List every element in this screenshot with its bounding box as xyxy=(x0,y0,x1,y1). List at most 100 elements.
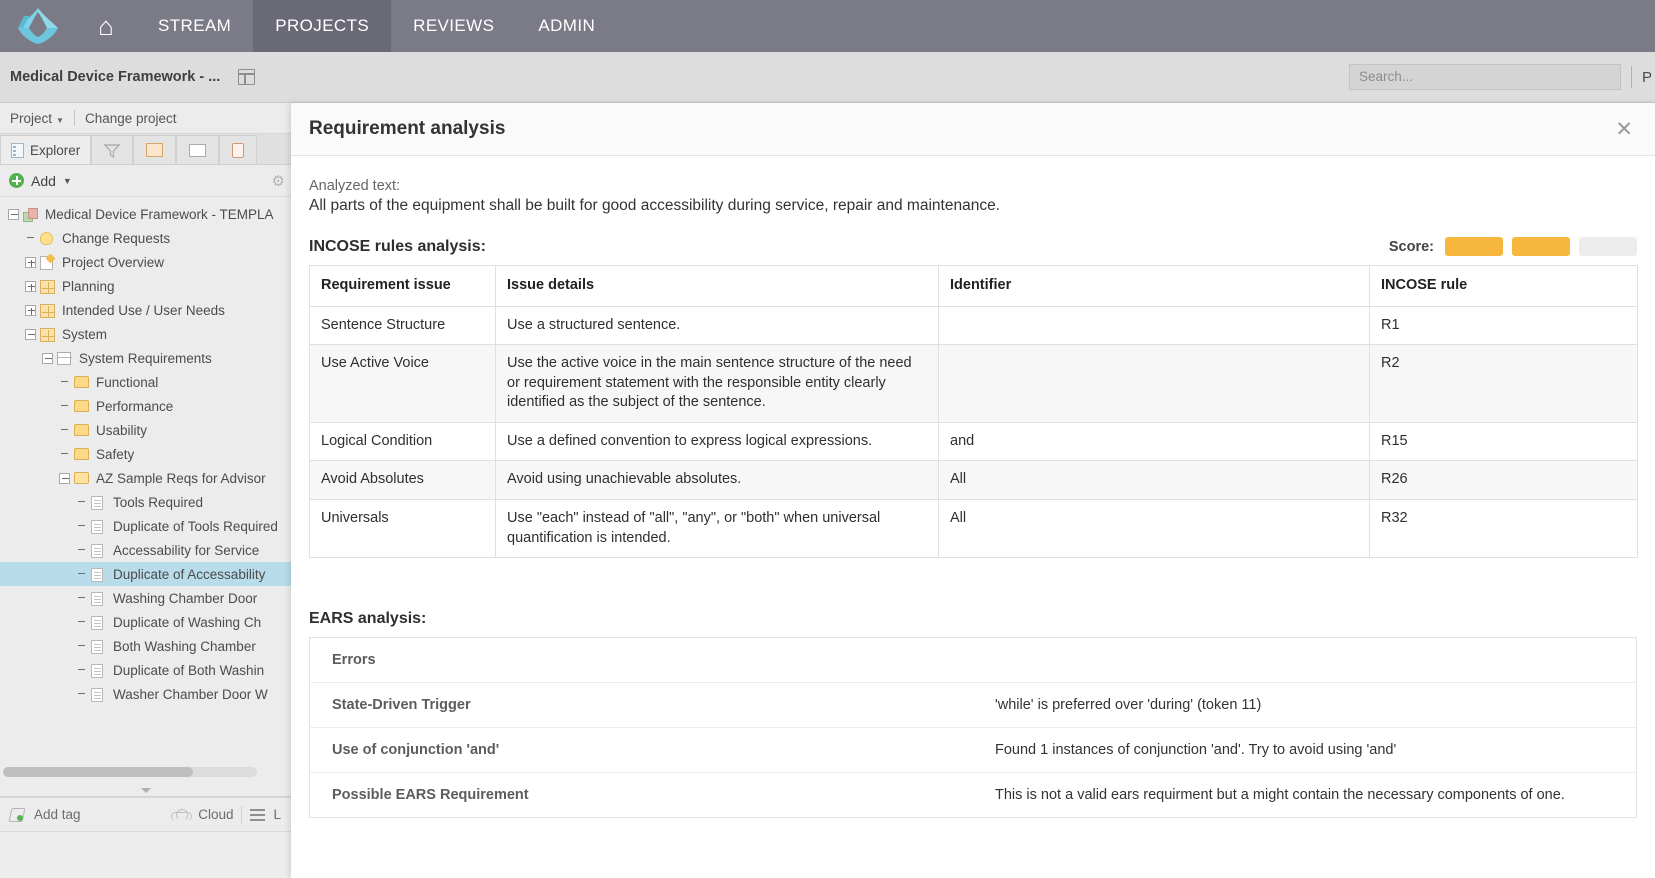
dialog-title: Requirement analysis xyxy=(309,118,505,140)
project-tree[interactable]: Medical Device Framework - TEMPLAChange … xyxy=(0,197,291,763)
cloud-button[interactable]: Cloud xyxy=(198,807,233,822)
tab-table[interactable] xyxy=(133,135,176,164)
tree-item-6[interactable]: System Requirements xyxy=(0,346,291,370)
scrollbar-thumb[interactable] xyxy=(3,767,193,777)
table-header-row: Errors xyxy=(310,638,1637,683)
nav-item-label: PROJECTS xyxy=(275,16,369,36)
tree-spacer xyxy=(59,449,70,460)
horizontal-scrollbar[interactable] xyxy=(0,763,291,785)
tree-expander-icon[interactable] xyxy=(8,209,19,220)
tree-item-11[interactable]: AZ Sample Reqs for Advisor xyxy=(0,466,291,490)
cell-incose-rule: R32 xyxy=(1370,499,1638,557)
lines-icon[interactable] xyxy=(250,809,265,821)
tree-item-7[interactable]: Functional xyxy=(0,370,291,394)
folder-icon xyxy=(74,400,89,412)
column-header-requirement-issue[interactable]: Requirement issue xyxy=(310,266,496,307)
lines-label: L xyxy=(273,807,281,822)
folder-icon xyxy=(74,376,89,388)
tree-item-0[interactable]: Medical Device Framework - TEMPLA xyxy=(0,202,291,226)
tree-item-label: Project Overview xyxy=(62,255,164,270)
cell-issue-details: Use a structured sentence. xyxy=(496,306,939,345)
tree-item-label: Intended Use / User Needs xyxy=(62,303,225,318)
tree-item-13[interactable]: Duplicate of Tools Required xyxy=(0,514,291,538)
cell-incose-rule: R1 xyxy=(1370,306,1638,345)
ears-row-key: Use of conjunction 'and' xyxy=(310,728,974,773)
project-dropdown-label: Project xyxy=(10,111,52,126)
incose-title: INCOSE rules analysis: xyxy=(309,238,486,256)
ears-row-value: 'while' is preferred over 'during' (toke… xyxy=(973,683,1637,728)
gear-icon[interactable]: ⚙ xyxy=(272,172,285,190)
profile-menu-label[interactable]: P xyxy=(1642,69,1655,86)
add-tag-button[interactable]: Add tag xyxy=(34,807,81,822)
doc-icon xyxy=(91,568,103,582)
tree-item-9[interactable]: Usability xyxy=(0,418,291,442)
empty-pane xyxy=(0,832,291,878)
tree-item-15[interactable]: Duplicate of Accessability xyxy=(0,562,291,586)
tree-expander-icon[interactable] xyxy=(25,257,36,268)
tree-item-label: Tools Required xyxy=(113,495,203,510)
tree-item-19[interactable]: Duplicate of Both Washin xyxy=(0,658,291,682)
tree-item-8[interactable]: Performance xyxy=(0,394,291,418)
column-header-issue-details[interactable]: Issue details xyxy=(496,266,939,307)
table-row: Use Active VoiceUse the active voice in … xyxy=(310,345,1638,423)
nav-item-reviews[interactable]: REVIEWS xyxy=(391,0,516,52)
chevron-down-icon[interactable]: ▼ xyxy=(63,176,72,186)
tree-expander-icon[interactable] xyxy=(25,305,36,316)
tree-item-icon xyxy=(74,447,91,462)
ears-row: Possible EARS RequirementThis is not a v… xyxy=(310,773,1637,818)
divider xyxy=(1631,66,1632,88)
search-input[interactable]: Search... xyxy=(1349,64,1621,90)
column-header-identifier[interactable]: Identifier xyxy=(939,266,1370,307)
tree-item-label: System Requirements xyxy=(79,351,212,366)
add-button-label[interactable]: Add xyxy=(31,173,56,189)
tree-item-1[interactable]: Change Requests xyxy=(0,226,291,250)
tab-window[interactable] xyxy=(176,135,219,164)
tree-item-icon xyxy=(40,303,57,318)
nav-item-label: REVIEWS xyxy=(413,16,494,36)
table-icon xyxy=(146,143,163,157)
tree-item-10[interactable]: Safety xyxy=(0,442,291,466)
app-root: ⌂ STREAM PROJECTS REVIEWS ADMIN Medical … xyxy=(0,0,1655,878)
tree-item-icon xyxy=(40,255,57,270)
project-dropdown[interactable]: Project▼ xyxy=(0,111,74,126)
app-logo[interactable] xyxy=(0,0,76,52)
tree-item-4[interactable]: Intended Use / User Needs xyxy=(0,298,291,322)
tree-expander-icon[interactable] xyxy=(42,353,53,364)
home-button[interactable]: ⌂ xyxy=(76,0,136,52)
tab-filter[interactable] xyxy=(91,135,133,164)
tab-clipboard[interactable] xyxy=(219,135,257,164)
column-header-incose-rule[interactable]: INCOSE rule xyxy=(1370,266,1638,307)
tree-item-17[interactable]: Duplicate of Washing Ch xyxy=(0,610,291,634)
nav-item-admin[interactable]: ADMIN xyxy=(516,0,617,52)
collapse-handle[interactable] xyxy=(0,785,291,797)
tree-item-3[interactable]: Planning xyxy=(0,274,291,298)
tree-item-5[interactable]: System xyxy=(0,322,291,346)
tab-explorer[interactable]: Explorer xyxy=(0,135,91,164)
tree-expander-icon[interactable] xyxy=(25,281,36,292)
ears-title: EARS analysis: xyxy=(309,610,1637,628)
close-icon[interactable]: ✕ xyxy=(1615,119,1633,140)
tree-spacer xyxy=(76,545,87,556)
nav-item-projects[interactable]: PROJECTS xyxy=(253,0,391,52)
doc-icon xyxy=(91,664,103,678)
layout-panel-icon[interactable] xyxy=(238,69,255,85)
tree-item-18[interactable]: Both Washing Chamber xyxy=(0,634,291,658)
tree-item-20[interactable]: Washer Chamber Door W xyxy=(0,682,291,706)
tree-spacer xyxy=(59,377,70,388)
tree-item-12[interactable]: Tools Required xyxy=(0,490,291,514)
change-project-link[interactable]: Change project xyxy=(75,111,187,126)
grid-icon xyxy=(40,304,55,318)
tree-item-14[interactable]: Accessability for Service xyxy=(0,538,291,562)
nav-item-stream[interactable]: STREAM xyxy=(136,0,253,52)
tree-expander-icon[interactable] xyxy=(59,473,70,484)
analyzed-text-value: All parts of the equipment shall be buil… xyxy=(309,197,1637,215)
tree-item-icon xyxy=(74,471,91,486)
score-segment xyxy=(1512,237,1570,256)
tree-item-label: Washer Chamber Door W xyxy=(113,687,268,702)
cell-requirement-issue: Avoid Absolutes xyxy=(310,461,496,500)
tree-item-2[interactable]: Project Overview xyxy=(0,250,291,274)
tree-spacer xyxy=(76,617,87,628)
panel-footer: Add tag Cloud L xyxy=(0,797,291,832)
tree-item-16[interactable]: Washing Chamber Door xyxy=(0,586,291,610)
tree-expander-icon[interactable] xyxy=(25,329,36,340)
